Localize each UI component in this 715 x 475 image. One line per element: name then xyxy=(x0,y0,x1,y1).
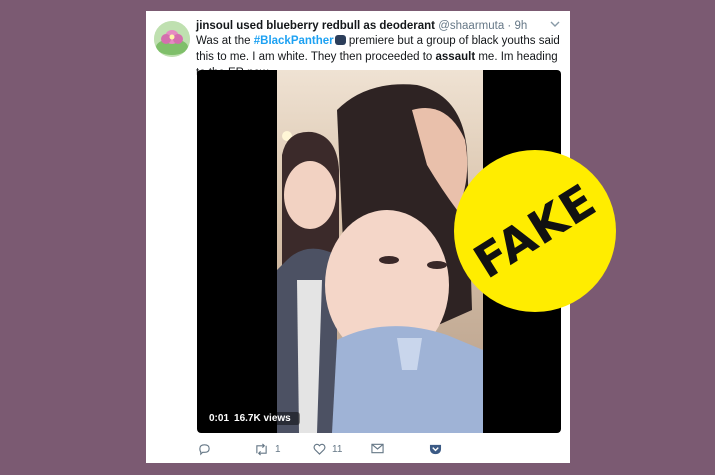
video-stats: 0:01 16.7K views xyxy=(205,412,300,425)
tweet-timestamp[interactable]: · 9h xyxy=(507,20,527,32)
reply-icon xyxy=(199,444,210,456)
tweet-text-part1: Was at the xyxy=(196,35,254,47)
pocket-icon xyxy=(429,444,442,455)
chevron-down-icon[interactable] xyxy=(550,18,560,34)
retweet-icon xyxy=(256,443,267,456)
avatar[interactable] xyxy=(154,21,190,57)
tweet-bold-word: assault xyxy=(435,51,476,63)
retweet-button[interactable]: 1 xyxy=(254,443,281,456)
hashtag-link[interactable]: #BlackPanther xyxy=(254,35,334,47)
reply-button[interactable] xyxy=(198,443,211,456)
user-handle[interactable]: @shaarmuta xyxy=(438,20,504,32)
display-name[interactable]: jinsoul used blueberry redbull as deoder… xyxy=(196,20,435,32)
tweet-actions: 1 11 xyxy=(196,443,556,461)
tweet-header: jinsoul used blueberry redbull as deoder… xyxy=(196,18,560,34)
video-views: 16.7K views xyxy=(234,413,291,424)
save-to-pocket-button[interactable] xyxy=(429,443,442,455)
video-time: 0:01 xyxy=(209,413,230,424)
direct-message-button[interactable] xyxy=(371,443,384,454)
fake-stamp: FAKE xyxy=(454,150,616,312)
like-count: 11 xyxy=(332,443,343,455)
heart-icon xyxy=(313,443,326,455)
panther-emoji-icon xyxy=(334,35,346,45)
retweet-count: 1 xyxy=(275,444,281,455)
like-button[interactable]: 11 xyxy=(313,443,342,455)
envelope-icon xyxy=(371,443,384,454)
